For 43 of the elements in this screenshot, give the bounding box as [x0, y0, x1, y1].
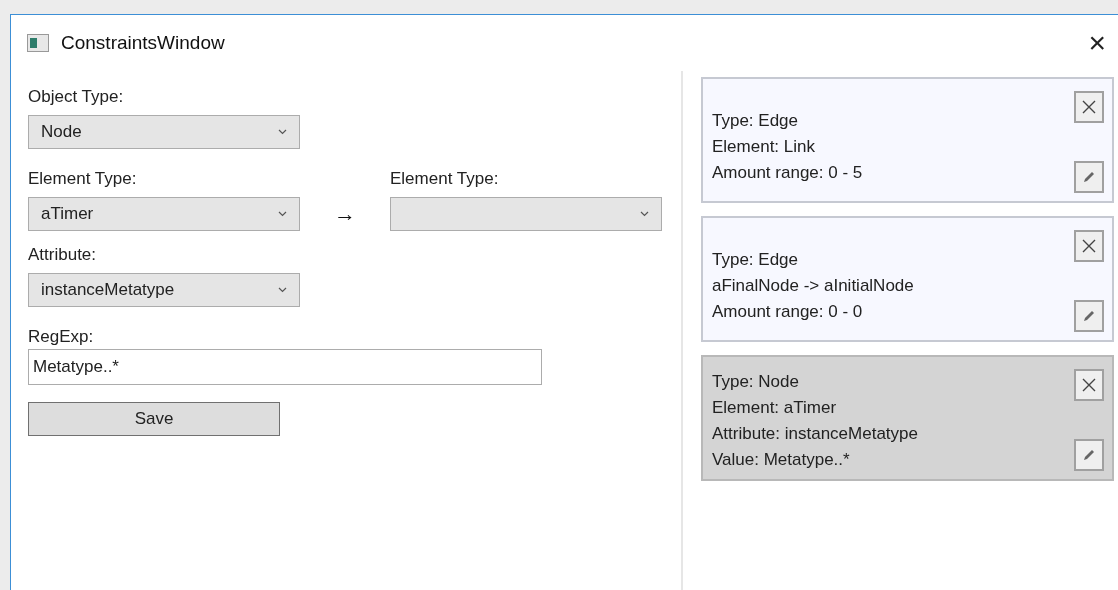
- pencil-icon: [1082, 309, 1096, 323]
- edit-button[interactable]: [1074, 300, 1104, 332]
- dropdown[interactable]: instanceMetatype: [28, 273, 300, 307]
- field-label: RegExp:: [28, 327, 95, 347]
- constraint-text: Element: aTimer: [712, 397, 838, 419]
- dropdown[interactable]: Node: [28, 115, 300, 149]
- close-button[interactable]: ×: [1084, 28, 1110, 58]
- edit-button[interactable]: [1074, 439, 1104, 471]
- constraint-text: Element: Link: [712, 136, 816, 158]
- app-icon: [27, 34, 49, 52]
- dropdown[interactable]: aTimer: [28, 197, 300, 231]
- regexp-field[interactable]: Metatype..*: [28, 349, 542, 385]
- chevron-down-icon: [278, 287, 287, 293]
- pencil-icon: [1082, 448, 1096, 462]
- constraint-text: Amount range: 0 - 0: [712, 301, 864, 323]
- delete-button[interactable]: [1074, 91, 1104, 123]
- constraint-text: Value: Metatype..*: [712, 449, 851, 471]
- edit-button[interactable]: [1074, 161, 1104, 193]
- save-button[interactable]: Save: [28, 402, 280, 436]
- constraint-text: aFinalNode -> aInitialNode: [712, 275, 915, 297]
- delete-button[interactable]: [1074, 369, 1104, 401]
- constraint-text: Type: Edge: [712, 110, 799, 132]
- constraint-card[interactable]: Type: Edge aFinalNode -> aInitialNode Amount range: 0 - 0: [701, 216, 1114, 342]
- field-label: Object Type:: [28, 87, 125, 107]
- delete-button[interactable]: [1074, 230, 1104, 262]
- close-icon: [1082, 378, 1096, 392]
- constraint-text: Type: Node: [712, 371, 800, 393]
- close-icon: [1082, 239, 1096, 253]
- constraint-text: Attribute: instanceMetatype: [712, 423, 919, 445]
- constraint-text: Type: Edge: [712, 249, 799, 271]
- pencil-icon: [1082, 170, 1096, 184]
- field-label: Attribute:: [28, 245, 98, 265]
- constraint-card[interactable]: Type: Node Element: aTimer Attribute: instanceMetatype Value: Metatype..*: [701, 355, 1114, 481]
- field-label: Element Type:: [390, 169, 500, 189]
- chevron-down-icon: [640, 211, 649, 217]
- constraint-text: Amount range: 0 - 5: [712, 162, 864, 184]
- window-title: ConstraintsWindow: [61, 30, 225, 55]
- chevron-down-icon: [278, 211, 287, 217]
- close-icon: [1082, 100, 1096, 114]
- constraint-card[interactable]: Type: Edge Element: Link Amount range: 0 - 5: [701, 77, 1114, 203]
- arrow-text: →: [333, 200, 357, 228]
- chevron-down-icon: [278, 129, 287, 135]
- field-label: Element Type:: [28, 169, 138, 189]
